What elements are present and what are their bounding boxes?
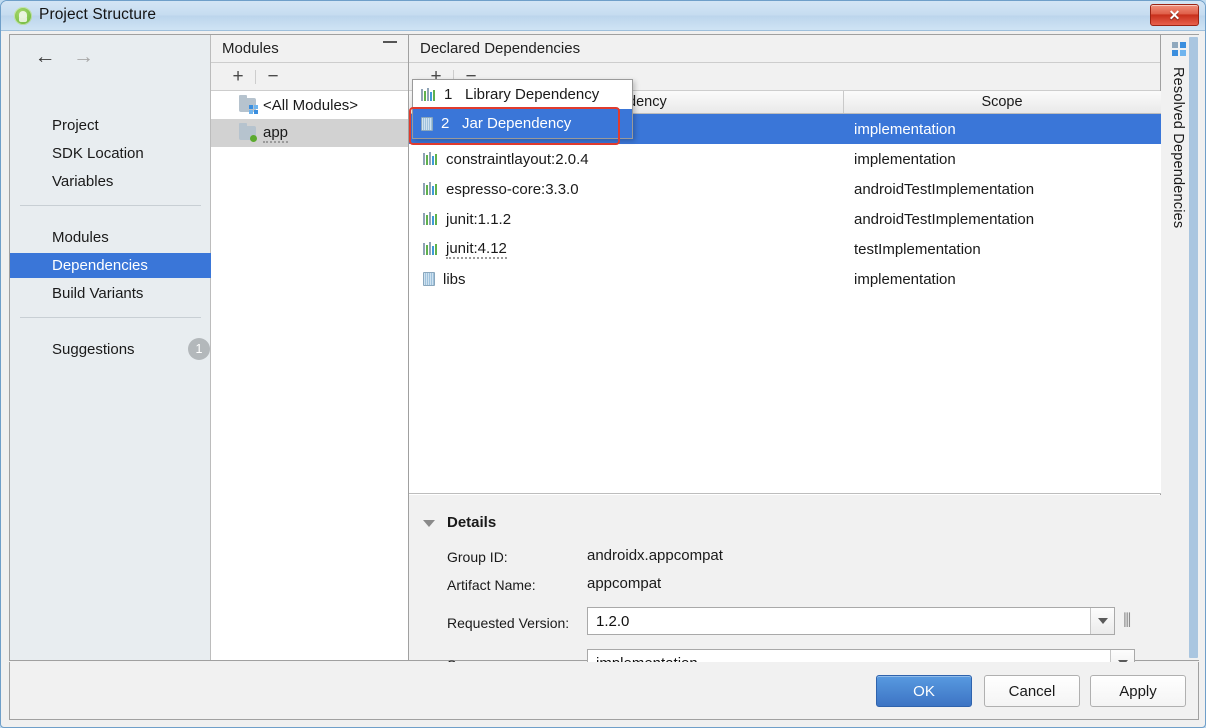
remove-module-button[interactable]: − [262, 67, 284, 87]
requested-version-value: 1.2.0 [596, 612, 630, 630]
dependency-scope-cell: implementation [854, 150, 956, 168]
dependency-name-cell: junit:1.1.2 [409, 211, 844, 228]
sidebar-item-modules[interactable]: Modules [10, 225, 211, 250]
menu-item-number: 2 [441, 115, 450, 132]
menu-item-number: 1 [444, 86, 453, 103]
dependency-name-label: espresso-core:3.3.0 [446, 180, 579, 198]
modules-grid-icon [1172, 42, 1187, 57]
dependency-scope-cell: implementation [854, 120, 956, 138]
sidebar-item-sdk-location[interactable]: SDK Location [10, 141, 211, 166]
modules-list: <All Modules> app [211, 91, 408, 660]
minimize-icon[interactable] [383, 41, 397, 43]
menu-item-jar-dependency-label: Jar Dependency [462, 115, 572, 132]
dependency-name-label: libs [443, 270, 466, 288]
table-row[interactable]: constraintlayout:2.0.4 implementation [409, 144, 1161, 174]
requested-version-input[interactable]: 1.2.0 [587, 607, 1115, 635]
table-row[interactable]: junit:1.1.2 androidTestImplementation [409, 204, 1161, 234]
sidebar-divider-2 [20, 317, 201, 318]
dependency-scope-cell: androidTestImplementation [854, 210, 1035, 228]
folder-all-modules-icon [239, 95, 258, 114]
resolved-dependencies-tab[interactable]: Resolved Dependencies [1161, 35, 1200, 660]
cancel-button[interactable]: Cancel [984, 675, 1080, 707]
right-scrollbar-thumb[interactable] [1189, 37, 1198, 658]
ok-button[interactable]: OK [876, 675, 972, 707]
artifact-name-value: appcompat [587, 575, 662, 592]
add-dependency-popup-menu[interactable]: 1 Library Dependency 2 Jar Dependency [412, 79, 633, 139]
toolbar-divider [255, 70, 256, 84]
table-row[interactable]: espresso-core:3.3.0 androidTestImplement… [409, 174, 1161, 204]
chevron-down-icon[interactable] [1090, 608, 1114, 634]
folder-module-icon [239, 123, 257, 142]
jar-icon [423, 272, 435, 286]
requested-version-label: Requested Version: [447, 615, 570, 631]
sidebar-item-dependencies[interactable]: Dependencies [10, 253, 211, 278]
dependencies-table: Dependency Scope appcompat:1.2.0 impleme… [409, 91, 1161, 494]
group-id-label: Group ID: [447, 549, 508, 565]
dependency-name-label: constraintlayout:2.0.4 [446, 150, 589, 168]
resolved-dependencies-label[interactable]: Resolved Dependencies [1170, 67, 1186, 228]
add-module-button[interactable]: + [227, 67, 249, 87]
dependency-scope-cell: testImplementation [854, 240, 981, 258]
dialog-button-bar: OK Cancel Apply [9, 662, 1199, 720]
details-section: Details Group ID: androidx.appcompat Art… [409, 495, 1161, 677]
sidebar-item-build-variants[interactable]: Build Variants [10, 281, 211, 306]
library-icon [423, 182, 438, 196]
close-icon: ✕ [1168, 6, 1181, 23]
dialog-title: Project Structure [39, 6, 157, 23]
dependency-name-cell: espresso-core:3.3.0 [409, 181, 844, 198]
dependency-name-label: junit:1.1.2 [446, 210, 512, 228]
library-icon [421, 87, 436, 102]
android-studio-icon [14, 7, 32, 25]
dependency-name-cell: constraintlayout:2.0.4 [409, 151, 844, 168]
close-button[interactable]: ✕ [1150, 4, 1199, 26]
group-id-value: androidx.appcompat [587, 547, 723, 564]
modules-row-app-label: app [263, 123, 289, 143]
menu-item-library-dependency-label: Library Dependency [465, 86, 600, 103]
dialog-titlebar: Project Structure ✕ [1, 1, 1205, 31]
dependency-scope-cell: androidTestImplementation [854, 180, 1035, 198]
suggestions-count-badge: 1 [188, 338, 210, 360]
modules-row-all-modules[interactable]: <All Modules> [211, 91, 408, 119]
dialog-content: ← → Project SDK Location Variables Modul… [9, 34, 1200, 677]
sidebar-item-variables[interactable]: Variables [10, 169, 211, 194]
artifact-name-label: Artifact Name: [447, 577, 536, 593]
modules-panel-header: Modules [211, 35, 408, 63]
sidebar-item-project[interactable]: Project [10, 113, 211, 138]
menu-item-library-dependency[interactable]: 1 Library Dependency [413, 80, 632, 109]
dependency-name-cell: libs [409, 271, 844, 288]
menu-item-jar-dependency[interactable]: 2 Jar Dependency [413, 109, 632, 138]
back-arrow-icon[interactable]: ← [28, 46, 62, 68]
project-structure-dialog: Project Structure ✕ ← → Project SDK Loca… [0, 0, 1206, 728]
declared-dependencies-title: Declared Dependencies [420, 40, 581, 57]
library-icon [423, 212, 438, 226]
dependency-scope-cell: implementation [854, 270, 956, 288]
modules-panel: Modules + − <All Modules> app [211, 35, 409, 660]
library-icon [423, 242, 438, 256]
version-range-icon[interactable]: ⦀ [1123, 611, 1131, 633]
sidebar: ← → Project SDK Location Variables Modul… [10, 35, 211, 660]
table-row[interactable]: junit:4.12 testImplementation [409, 234, 1161, 264]
declared-dependencies-header: Declared Dependencies [409, 35, 1160, 63]
column-header-scope[interactable]: Scope [844, 91, 1160, 113]
chevron-down-icon[interactable] [423, 520, 435, 527]
table-row[interactable]: libs implementation [409, 264, 1161, 294]
modules-row-all-modules-label: <All Modules> [263, 96, 359, 114]
details-title: Details [447, 514, 497, 531]
dependency-name-label: junit:4.12 [446, 239, 507, 259]
forward-arrow-icon[interactable]: → [66, 46, 100, 68]
modules-row-app[interactable]: app [211, 119, 408, 147]
library-icon [423, 152, 438, 166]
dependency-name-cell: junit:4.12 [409, 240, 844, 259]
modules-panel-title: Modules [222, 40, 279, 57]
sidebar-divider-1 [20, 205, 201, 206]
apply-button[interactable]: Apply [1090, 675, 1186, 707]
sidebar-item-suggestions[interactable]: Suggestions [10, 337, 211, 362]
nav-arrows: ← → [28, 46, 100, 68]
modules-toolbar: + − [211, 63, 408, 91]
declared-dependencies-panel: Declared Dependencies + − Dependency Sco… [409, 35, 1161, 677]
jar-icon [421, 116, 433, 131]
